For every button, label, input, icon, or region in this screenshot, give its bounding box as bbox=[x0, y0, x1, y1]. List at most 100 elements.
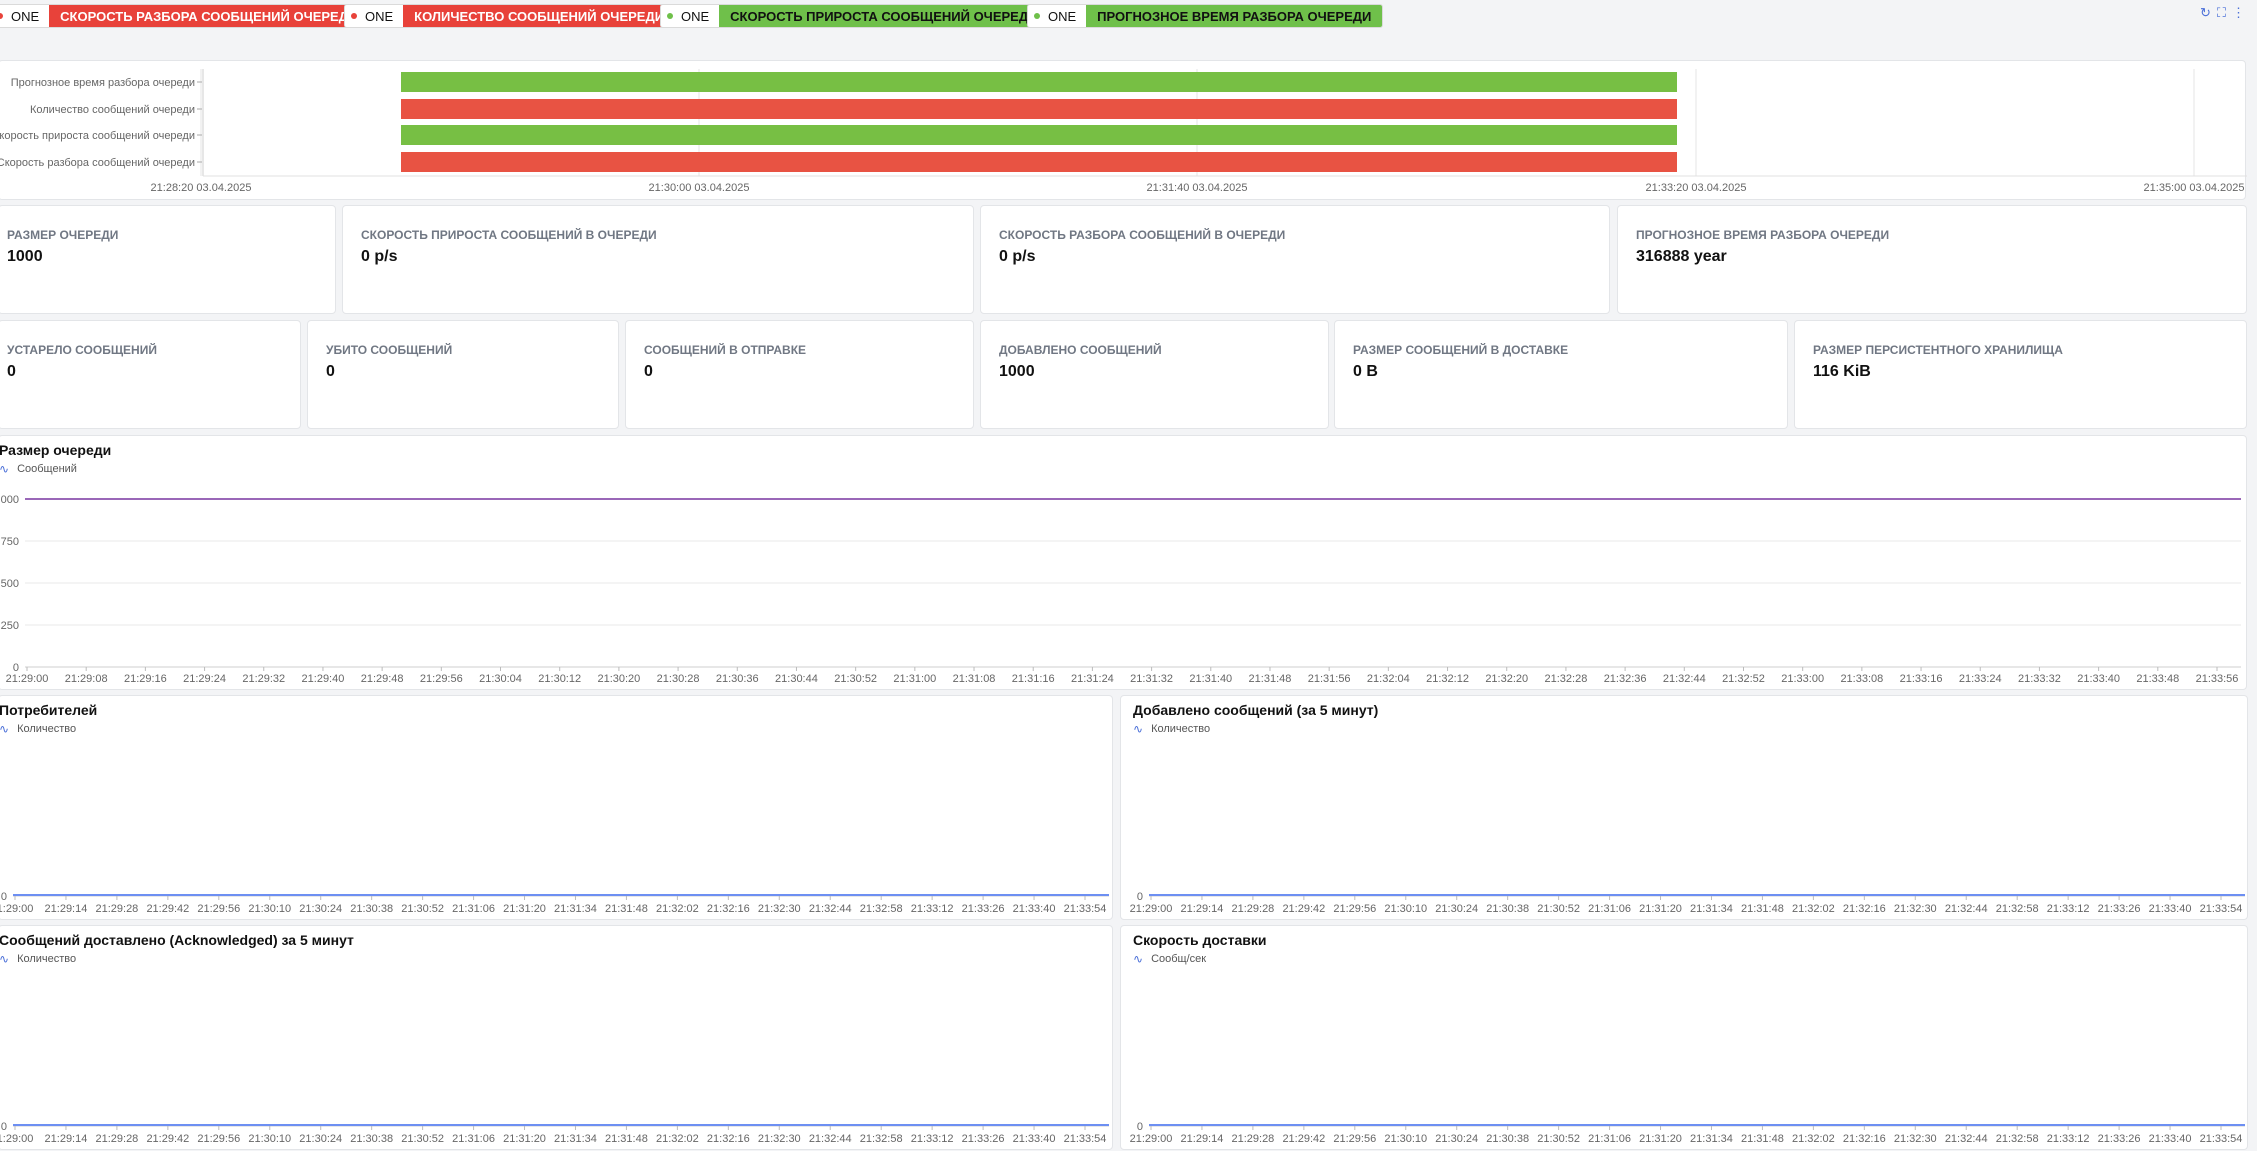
x-tick-label: 21:30:24 bbox=[1435, 903, 1478, 915]
x-tick-label: 21:32:44 bbox=[1945, 903, 1988, 915]
filter-pill-parse-speed[interactable]: ONE Скорость разбора сообщений очереди bbox=[0, 4, 370, 28]
x-tick-label: 21:31:06 bbox=[452, 903, 495, 915]
stat-value: 0 B bbox=[1353, 363, 1378, 380]
filter-label[interactable]: Количество сообщений очереди bbox=[403, 5, 676, 27]
x-tick-label: 21:32:58 bbox=[860, 1133, 903, 1145]
consumers-plot: 01:29:00 21:29:14 21:29:28 21:29:42 21:29:56… bbox=[0, 891, 1109, 915]
stat-title: Размер персистентного хранилища bbox=[1813, 343, 2063, 357]
status-dot bbox=[351, 13, 357, 19]
timeline-tick-label: 21:30:00 03.04.2025 bbox=[649, 182, 750, 194]
stat-growth-speed: Скорость прироста сообщений в очереди 0 … bbox=[342, 205, 974, 314]
x-tick-label: 21:31:20 bbox=[1639, 903, 1682, 915]
x-tick-label: 21:33:40 bbox=[1013, 903, 1056, 915]
chart-added-messages: Добавлено сообщений (за 5 минут) ∿ Количе… bbox=[1120, 695, 2248, 920]
filter-label[interactable]: Прогнозное время разбора очереди bbox=[1086, 5, 1383, 27]
x-tick-label: 21:30:38 bbox=[1486, 1133, 1529, 1145]
timeline-tick-label: 21:31:40 03.04.2025 bbox=[1147, 182, 1248, 194]
x-tick-label: 21:32:16 bbox=[1843, 903, 1886, 915]
timeline-row-label: Количество сообщений очереди bbox=[30, 104, 195, 116]
stat-parse-speed: Скорость разбора сообщений в очереди 0 p… bbox=[980, 205, 1610, 314]
x-tick-label: 21:29:00 bbox=[6, 673, 49, 685]
x-tick-label: 1:29:00 bbox=[0, 1133, 33, 1145]
queue-size-plot: 000750500250021:29:00 21:29:08 21:29:16 21:… bbox=[1, 494, 2241, 685]
x-tick-label: 21:33:40 bbox=[2149, 1133, 2192, 1145]
x-tick-label: 21:31:20 bbox=[503, 1133, 546, 1145]
x-tick-label: 21:29:00 bbox=[1130, 1133, 1173, 1145]
x-tick-label: 21:30:38 bbox=[350, 1133, 393, 1145]
chart-consumers: Потребителей ∿ Количество 0 1:29:00 21:29:1… bbox=[0, 695, 1113, 920]
x-tick-label: 21:30:24 bbox=[1435, 1133, 1478, 1145]
stat-value: 0 bbox=[326, 363, 335, 380]
x-tick-label: 21:32:04 bbox=[1367, 673, 1410, 685]
x-tick-label: 21:29:42 bbox=[146, 903, 189, 915]
x-tick-label: 21:31:34 bbox=[554, 1133, 597, 1145]
x-tick-label: 21:30:04 bbox=[479, 673, 522, 685]
x-tick-label: 21:30:20 bbox=[597, 673, 640, 685]
filter-pill-message-count[interactable]: ONE Количество сообщений очереди bbox=[344, 4, 677, 28]
x-tick-label: 21:33:26 bbox=[2098, 1133, 2141, 1145]
x-tick-label: 21:33:40 bbox=[2149, 903, 2192, 915]
x-tick-label: 21:33:24 bbox=[1959, 673, 2002, 685]
x-tick-label: 21:29:28 bbox=[1231, 1133, 1274, 1145]
x-tick-label: 21:29:28 bbox=[1231, 903, 1274, 915]
x-tick-label: 21:32:02 bbox=[1792, 903, 1835, 915]
fullscreen-icon[interactable]: ⛶ bbox=[2217, 5, 2226, 21]
x-tick-label: 21:30:44 bbox=[775, 673, 818, 685]
x-tick-label: 21:31:06 bbox=[1588, 1133, 1631, 1145]
x-tick-label: 21:33:16 bbox=[1900, 673, 1943, 685]
filter-bar: ONE Скорость разбора сообщений очереди O… bbox=[0, 0, 2257, 30]
x-tick-label: 21:33:54 bbox=[2200, 903, 2243, 915]
x-tick-label: 21:30:52 bbox=[401, 903, 444, 915]
x-tick-label: 21:33:12 bbox=[2047, 903, 2090, 915]
filter-one[interactable]: ONE bbox=[0, 5, 49, 27]
x-tick-label: 21:29:14 bbox=[45, 1133, 88, 1145]
x-tick-label: 21:29:16 bbox=[124, 673, 167, 685]
timeline-bar bbox=[401, 99, 1677, 119]
x-tick-label: 21:29:56 bbox=[1333, 903, 1376, 915]
x-tick-label: 21:29:42 bbox=[1282, 903, 1325, 915]
x-tick-label: 21:31:32 bbox=[1130, 673, 1173, 685]
status-dot bbox=[0, 13, 3, 19]
filter-pill-forecast-time[interactable]: ONE Прогнозное время разбора очереди bbox=[1027, 4, 1384, 28]
filter-one[interactable]: ONE bbox=[661, 5, 719, 27]
timeline-panel: Прогнозное время разбора очереди Количест… bbox=[0, 60, 2247, 200]
x-tick-label: 21:29:00 bbox=[1130, 903, 1173, 915]
stat-title: Добавлено сообщений bbox=[999, 343, 1162, 357]
x-tick-label: 21:31:48 bbox=[1741, 1133, 1784, 1145]
x-tick-label: 21:29:28 bbox=[95, 1133, 138, 1145]
y-tick-label: 0 bbox=[1, 1121, 7, 1133]
x-tick-label: 21:33:48 bbox=[2136, 673, 2179, 685]
y-tick-label: 0 bbox=[1137, 891, 1143, 903]
toolbar-icons: ↻ ⛶ ⋮ bbox=[2200, 5, 2245, 21]
filter-one-label: ONE bbox=[365, 8, 394, 24]
filter-one[interactable]: ONE bbox=[1028, 5, 1086, 27]
more-vertical-icon[interactable]: ⋮ bbox=[2232, 5, 2245, 21]
filter-label[interactable]: Скорость прироста сообщений очереди bbox=[719, 5, 1049, 27]
stat-value: 0 bbox=[644, 363, 653, 380]
x-tick-label: 21:31:48 bbox=[1741, 903, 1784, 915]
stat-title: Скорость прироста сообщений в очереди bbox=[361, 228, 657, 242]
y-tick-label: 000 bbox=[1, 494, 19, 506]
timeline-chart: Прогнозное время разбора очереди Количест… bbox=[0, 69, 2247, 194]
filter-one-label: ONE bbox=[11, 8, 40, 24]
x-tick-label: 21:30:28 bbox=[657, 673, 700, 685]
x-tick-label: 21:31:16 bbox=[1012, 673, 1055, 685]
filter-pill-growth-speed[interactable]: ONE Скорость прироста сообщений очереди bbox=[660, 4, 1050, 28]
timeline-tick-label: 21:33:20 03.04.2025 bbox=[1646, 182, 1747, 194]
x-tick-label: 21:29:24 bbox=[183, 673, 226, 685]
refresh-icon[interactable]: ↻ bbox=[2200, 5, 2211, 21]
x-tick-label: 21:29:40 bbox=[302, 673, 345, 685]
x-tick-label: 21:31:56 bbox=[1308, 673, 1351, 685]
x-tick-label: 21:32:28 bbox=[1545, 673, 1588, 685]
x-tick-label: 21:32:30 bbox=[758, 1133, 801, 1145]
x-tick-label: 21:32:58 bbox=[860, 903, 903, 915]
x-tick-label: 21:33:26 bbox=[2098, 903, 2141, 915]
filter-label[interactable]: Скорость разбора сообщений очереди bbox=[49, 5, 369, 27]
x-tick-label: 21:30:52 bbox=[401, 1133, 444, 1145]
filter-one[interactable]: ONE bbox=[345, 5, 403, 27]
y-tick-label: 0 bbox=[1, 891, 7, 903]
x-tick-label: 21:33:54 bbox=[2200, 1133, 2243, 1145]
stat-title: Размер сообщений в доставке bbox=[1353, 343, 1569, 357]
stat-value: 0 bbox=[7, 363, 16, 380]
x-tick-label: 21:29:48 bbox=[361, 673, 404, 685]
